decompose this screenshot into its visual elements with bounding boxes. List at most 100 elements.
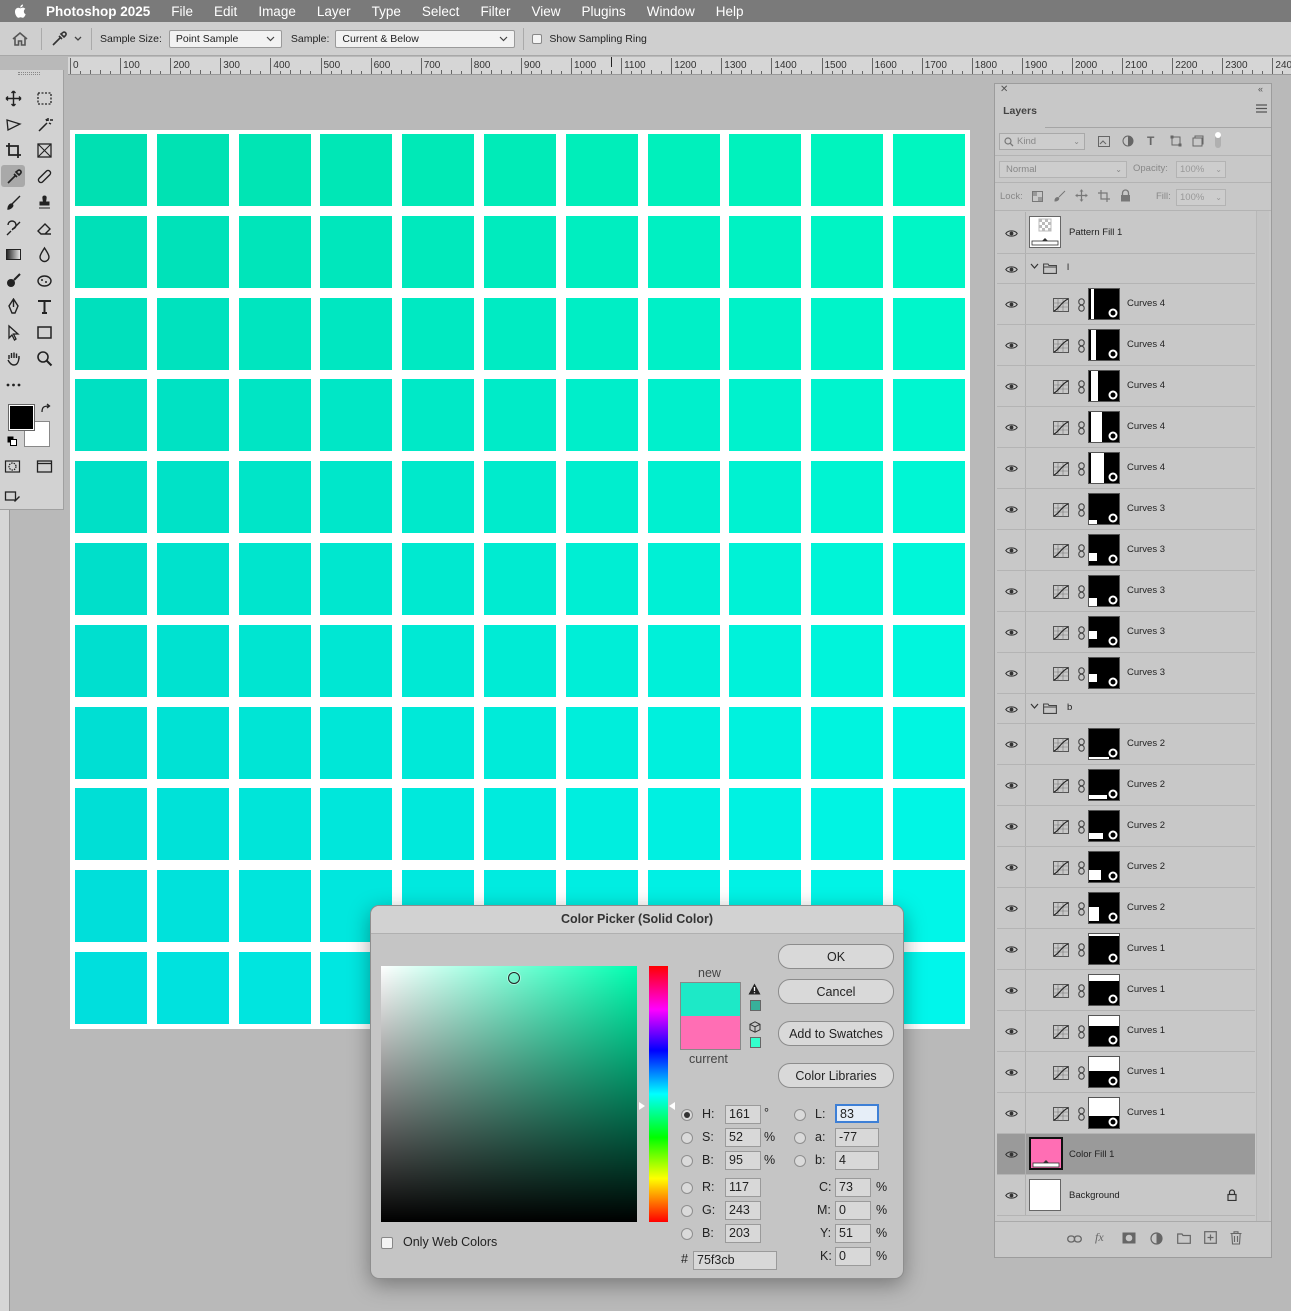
filter-adjustment-icon[interactable] [1122, 135, 1134, 147]
cancel-button[interactable]: Cancel [778, 979, 894, 1004]
visibility-eye-icon[interactable] [1004, 704, 1018, 714]
edit-toolbar-icon[interactable] [0, 485, 24, 507]
dodge-tool-icon[interactable] [1, 269, 25, 291]
kind-filter-select[interactable]: Kind ⌄ [999, 133, 1085, 150]
yellow-input[interactable]: 51 [835, 1224, 871, 1243]
b-channel-radio[interactable] [794, 1155, 806, 1167]
layer-mask-thumbnail[interactable] [1088, 411, 1120, 443]
visibility-eye-icon[interactable] [1004, 300, 1018, 310]
layer-mask-thumbnail[interactable] [1088, 370, 1120, 402]
menu-plugins[interactable]: Plugins [581, 4, 625, 19]
lock-move-icon[interactable] [1075, 189, 1088, 202]
visibility-eye-icon[interactable] [1004, 464, 1018, 474]
hue-slider-right-arrow[interactable] [669, 1102, 675, 1110]
layer-mask-thumbnail[interactable] [1088, 851, 1120, 883]
curves-adjustment-icon[interactable] [1053, 984, 1069, 1001]
red-input[interactable]: 117 [725, 1178, 761, 1197]
mask-link-icon[interactable] [1078, 544, 1085, 561]
mask-link-icon[interactable] [1078, 902, 1085, 919]
layer-row[interactable]: b [997, 694, 1255, 724]
layer-mask-thumbnail[interactable] [1088, 534, 1120, 566]
menu-select[interactable]: Select [422, 4, 460, 19]
visibility-eye-icon[interactable] [1004, 781, 1018, 791]
curves-adjustment-icon[interactable] [1053, 779, 1069, 796]
quick-mask-icon[interactable] [0, 455, 24, 477]
type-tool-icon[interactable] [32, 295, 56, 317]
magenta-input[interactable]: 0 [835, 1201, 871, 1220]
curves-adjustment-icon[interactable] [1053, 298, 1069, 315]
color-field[interactable] [381, 966, 637, 1222]
layer-mask-thumbnail[interactable] [1088, 1015, 1120, 1047]
magic-wand-icon[interactable] [32, 113, 56, 135]
curves-adjustment-icon[interactable] [1053, 380, 1069, 397]
out-of-gamut-warning-icon[interactable] [748, 983, 761, 995]
delete-layer-icon[interactable] [1230, 1231, 1242, 1245]
panel-menu-icon[interactable] [1256, 104, 1267, 113]
brush-tool-icon[interactable] [1, 191, 25, 213]
filter-shape-icon[interactable] [1170, 135, 1182, 147]
curves-adjustment-icon[interactable] [1053, 421, 1069, 438]
fill-input[interactable]: 100% ⌄ [1176, 189, 1226, 206]
mask-link-icon[interactable] [1078, 626, 1085, 643]
visibility-eye-icon[interactable] [1004, 904, 1018, 914]
layer-lock-icon[interactable] [1227, 1189, 1237, 1204]
menu-window[interactable]: Window [647, 4, 695, 19]
collapse-panel-icon[interactable]: « [1258, 84, 1263, 94]
curves-adjustment-icon[interactable] [1053, 667, 1069, 684]
more-tools-icon[interactable] [1, 373, 25, 395]
layer-row[interactable]: l [997, 254, 1255, 284]
menu-file[interactable]: File [171, 4, 193, 19]
blur-tool-icon[interactable] [32, 243, 56, 265]
crop-tool-icon[interactable] [1, 139, 25, 161]
path-selection-icon[interactable] [1, 321, 25, 343]
layer-row[interactable]: Curves 3 [997, 489, 1255, 530]
curves-adjustment-icon[interactable] [1053, 1025, 1069, 1042]
lightness-radio[interactable] [794, 1109, 806, 1121]
color-libraries-button[interactable]: Color Libraries [778, 1063, 894, 1088]
lock-artboard-icon[interactable] [1098, 190, 1110, 202]
curves-adjustment-icon[interactable] [1053, 1066, 1069, 1083]
layer-row[interactable]: Curves 1 [997, 1093, 1255, 1134]
home-icon[interactable] [11, 31, 29, 47]
eyedropper-icon[interactable] [50, 30, 68, 48]
move-tool-icon[interactable] [1, 87, 25, 109]
saturation-radio[interactable] [681, 1132, 693, 1144]
layer-mask-thumbnail[interactable] [1088, 974, 1120, 1006]
layer-mask-thumbnail[interactable] [1088, 728, 1120, 760]
sampling-ring-checkbox[interactable] [532, 33, 543, 44]
layer-row[interactable]: Curves 2 [997, 765, 1255, 806]
gradient-tool-icon[interactable] [1, 243, 25, 265]
b-channel-input[interactable]: 4 [835, 1151, 879, 1170]
visibility-eye-icon[interactable] [1004, 1191, 1018, 1201]
layer-row[interactable]: Curves 1 [997, 1011, 1255, 1052]
lasso-tool-icon[interactable] [1, 113, 25, 135]
curves-adjustment-icon[interactable] [1053, 738, 1069, 755]
web-safe-swatch[interactable] [750, 1037, 761, 1048]
visibility-eye-icon[interactable] [1004, 341, 1018, 351]
stamp-tool-icon[interactable] [32, 191, 56, 213]
layer-mask-thumbnail[interactable] [1088, 575, 1120, 607]
visibility-eye-icon[interactable] [1004, 1027, 1018, 1037]
menu-filter[interactable]: Filter [480, 4, 510, 19]
layer-row[interactable]: Curves 2 [997, 847, 1255, 888]
mask-link-icon[interactable] [1078, 585, 1085, 602]
visibility-eye-icon[interactable] [1004, 740, 1018, 750]
layer-row[interactable]: Curves 4 [997, 284, 1255, 325]
mask-link-icon[interactable] [1078, 861, 1085, 878]
mask-link-icon[interactable] [1078, 984, 1085, 1001]
visibility-eye-icon[interactable] [1004, 587, 1018, 597]
new-adjustment-icon[interactable] [1150, 1232, 1163, 1245]
curves-adjustment-icon[interactable] [1053, 339, 1069, 356]
only-web-colors-checkbox[interactable] [381, 1237, 393, 1249]
rectangle-tool-icon[interactable] [32, 321, 56, 343]
layer-row[interactable]: Color Fill 1 [997, 1134, 1255, 1175]
layer-row[interactable]: Curves 3 [997, 653, 1255, 694]
layer-row[interactable]: Curves 3 [997, 571, 1255, 612]
mask-link-icon[interactable] [1078, 1107, 1085, 1124]
a-channel-radio[interactable] [794, 1132, 806, 1144]
layer-row[interactable]: Curves 2 [997, 888, 1255, 929]
blend-mode-select[interactable]: Normal ⌄ [999, 161, 1127, 178]
visibility-eye-icon[interactable] [1004, 669, 1018, 679]
color-field-cursor[interactable] [508, 972, 520, 984]
web-safe-cube-icon[interactable] [749, 1021, 761, 1033]
